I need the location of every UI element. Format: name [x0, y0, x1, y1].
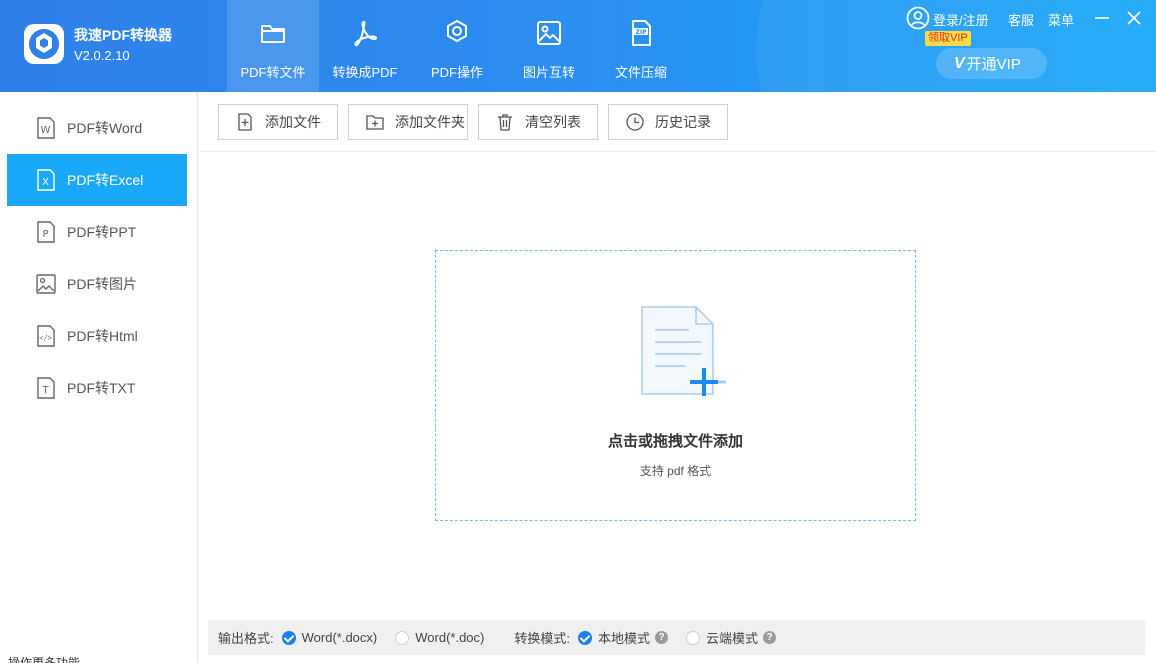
output-format-label: 输出格式: [218, 631, 274, 646]
drop-zone-title: 点击或拖拽文件添加 [607, 433, 743, 450]
tab-pdf-to-file[interactable]: PDF转文件 [227, 0, 319, 92]
open-vip-button[interactable]: V 开通VIP [936, 48, 1047, 79]
tab-label: 文件压缩 [614, 65, 667, 80]
title-bar: 我速PDF转换器 V2.0.2.10 PDF转文件 转换成PDF PDF操作 图… [0, 0, 1156, 92]
radio-mode-cloud[interactable]: 云端模式 [686, 628, 758, 647]
app-name: 我速PDF转换器 [74, 27, 172, 43]
zip-icon: ZIP [632, 20, 651, 46]
toolbar: 添加文件 添加文件夹 清空列表 历史记录 [198, 92, 1156, 152]
acrobat-icon [354, 21, 377, 46]
customer-service-link[interactable]: 客服 [1008, 10, 1034, 29]
options-bar: 输出格式: Word(*.docx) Word(*.doc) 转换模式: 本地模… [208, 620, 1145, 655]
sidebar-item-label: PDF转图片 [67, 276, 137, 292]
add-document-icon [641, 306, 726, 396]
minimize-icon[interactable] [1092, 8, 1112, 28]
radio-label: 本地模式 [598, 631, 651, 646]
history-button[interactable]: 历史记录 [608, 104, 728, 140]
add-file-icon [238, 113, 252, 131]
sidebar-item-pdf-to-image[interactable]: PDF转图片 [7, 258, 187, 310]
radio-unchecked-icon [395, 630, 410, 645]
main-nav: PDF转文件 转换成PDF PDF操作 图片互转 ZIP 文件压缩 [227, 0, 687, 92]
svg-text:</>: </> [39, 334, 52, 342]
add-folder-label: 添加文件夹 [395, 114, 465, 130]
file-drop-zone[interactable]: 点击或拖拽文件添加 支持 pdf 格式 [435, 250, 916, 521]
add-folder-icon [366, 115, 384, 130]
menu-link[interactable]: 菜单 [1048, 10, 1074, 29]
logo-icon [29, 29, 59, 59]
tab-label: 图片互转 [522, 65, 575, 80]
image-icon [537, 21, 561, 45]
claim-vip-badge[interactable]: 领取VIP [925, 31, 971, 46]
tab-file-compress[interactable]: ZIP 文件压缩 [595, 0, 687, 92]
sidebar-item-label: PDF转Excel [67, 172, 144, 188]
radio-label: Word(*.docx) [301, 630, 378, 645]
sidebar-item-pdf-to-html[interactable]: </> PDF转Html [7, 310, 187, 362]
svg-text:X: X [42, 177, 49, 188]
radio-unchecked-icon [686, 630, 701, 645]
svg-text:T: T [41, 385, 49, 396]
svg-text:P: P [42, 229, 48, 240]
tab-label: PDF操作 [430, 65, 483, 80]
add-file-button[interactable]: 添加文件 [218, 104, 338, 140]
close-icon[interactable] [1124, 8, 1144, 28]
add-folder-button[interactable]: 添加文件夹 [348, 104, 468, 140]
more-features-link[interactable]: 操作更多功能 [8, 654, 80, 663]
sidebar-item-label: PDF转TXT [67, 380, 136, 396]
radio-mode-local[interactable]: 本地模式 [578, 628, 650, 647]
sidebar-item-label: PDF转Word [67, 120, 143, 136]
app-version: V2.0.2.10 [74, 48, 130, 63]
html-doc-icon: </> [37, 325, 55, 347]
svg-text:W: W [41, 125, 51, 136]
app-logo [24, 24, 64, 64]
sidebar-item-pdf-to-ppt[interactable]: P PDF转PPT [7, 206, 187, 258]
tab-image-convert[interactable]: 图片互转 [503, 0, 595, 92]
txt-doc-icon: T [37, 377, 55, 399]
radio-checked-icon [281, 630, 296, 645]
drop-zone-hint: 支持 pdf 格式 [639, 464, 712, 478]
history-label: 历史记录 [655, 114, 711, 130]
sidebar-item-pdf-to-txt[interactable]: T PDF转TXT [7, 362, 187, 414]
word-doc-icon: W [37, 117, 55, 139]
gear-icon [447, 20, 467, 42]
help-icon[interactable]: ? [763, 631, 777, 644]
radio-label: 云端模式 [706, 631, 759, 646]
image-doc-icon [36, 274, 56, 294]
sidebar-item-label: PDF转Html [67, 328, 138, 344]
sidebar-item-label: PDF转PPT [67, 224, 137, 240]
clear-list-label: 清空列表 [525, 114, 581, 130]
conversion-mode-label: 转换模式: [514, 631, 570, 646]
folder-icon [261, 25, 285, 43]
svg-text:ZIP: ZIP [636, 29, 648, 36]
add-file-label: 添加文件 [265, 114, 321, 130]
ppt-doc-icon: P [37, 221, 55, 243]
sidebar-item-pdf-to-word[interactable]: W PDF转Word [7, 102, 187, 154]
sidebar: W PDF转Word X PDF转Excel P PDF转PPT PDF转图片 … [0, 92, 198, 663]
login-register-link[interactable]: 登录/注册 [933, 10, 989, 29]
radio-label: Word(*.doc) [415, 630, 485, 645]
help-icon[interactable]: ? [655, 631, 669, 644]
radio-output-docx[interactable]: Word(*.docx) [281, 630, 378, 645]
excel-doc-icon: X [37, 169, 55, 191]
tab-label: 转换成PDF [332, 65, 398, 80]
radio-checked-icon [578, 630, 592, 645]
trash-icon [498, 114, 512, 131]
open-vip-label: 开通VIP [966, 56, 1021, 73]
tab-label: PDF转文件 [240, 65, 306, 80]
tab-convert-to-pdf[interactable]: 转换成PDF [319, 0, 411, 92]
sidebar-item-pdf-to-excel[interactable]: X PDF转Excel [7, 154, 187, 206]
vip-icon: V [954, 54, 965, 72]
clear-list-button[interactable]: 清空列表 [478, 104, 598, 140]
clock-icon [626, 113, 644, 131]
user-icon[interactable] [906, 6, 930, 30]
tab-pdf-operations[interactable]: PDF操作 [411, 0, 503, 92]
radio-output-doc[interactable]: Word(*.doc) [395, 630, 484, 645]
